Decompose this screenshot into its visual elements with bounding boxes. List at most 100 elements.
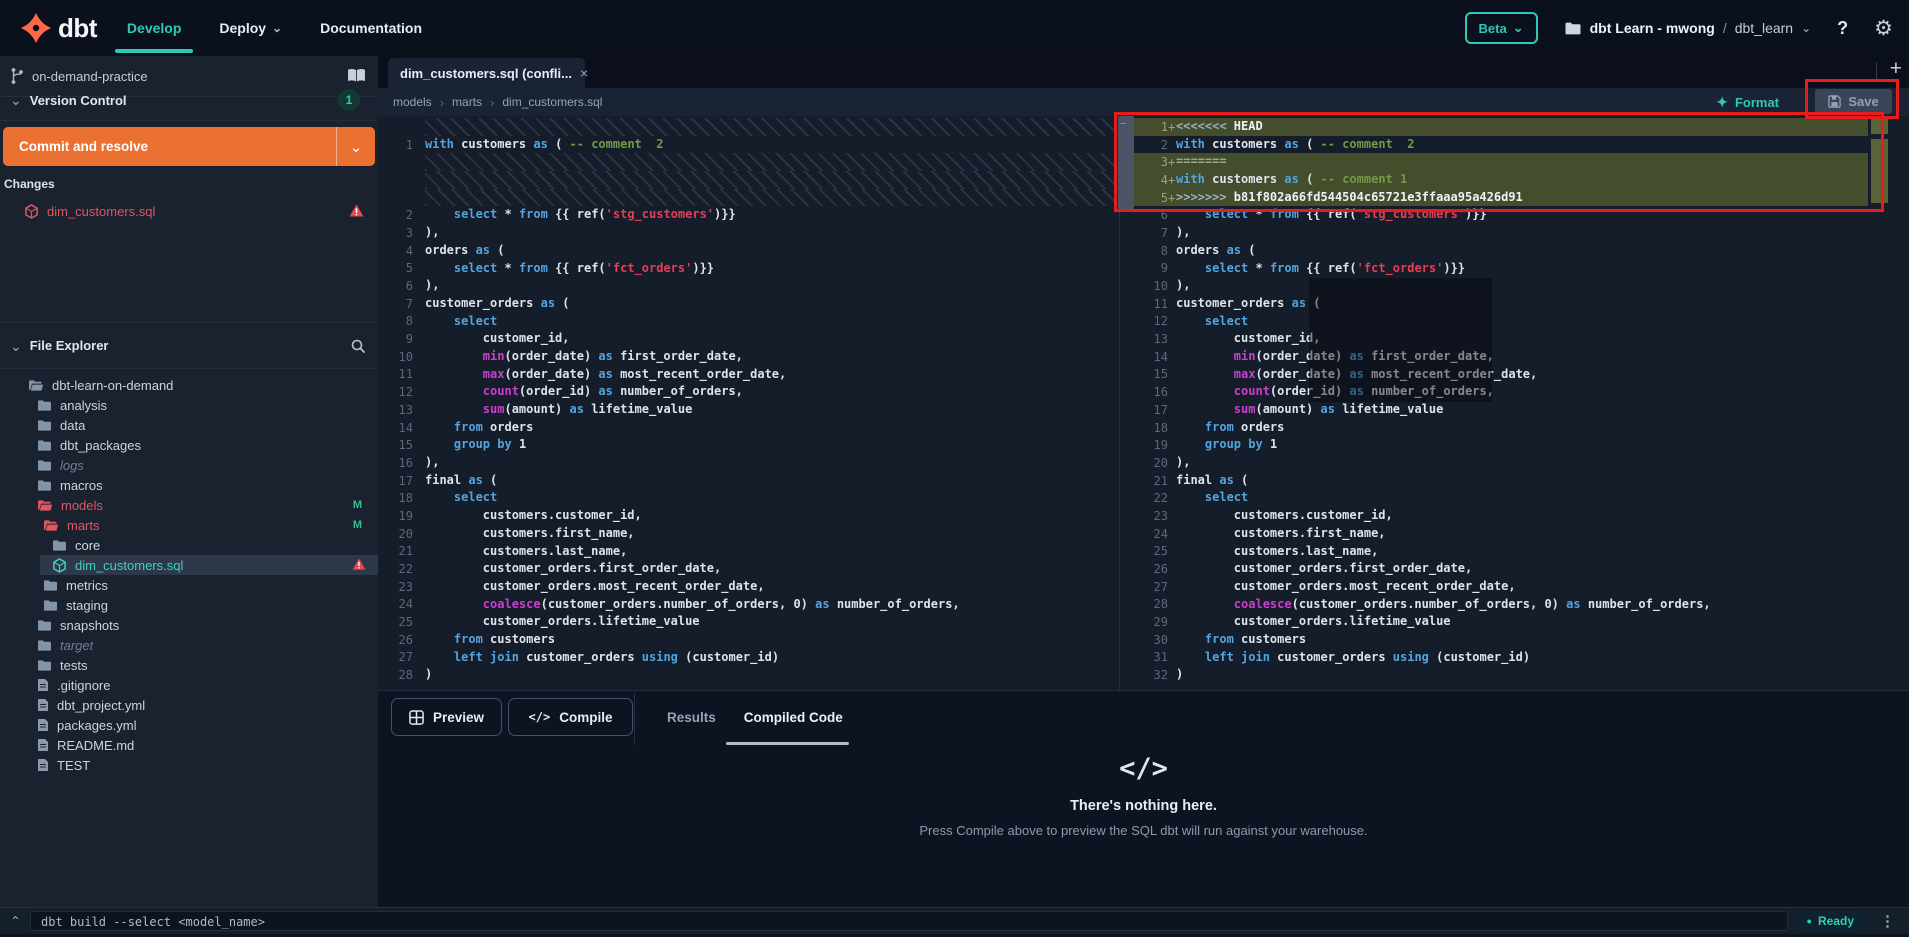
code-line[interactable]: 10 ), [1134,277,1868,295]
fold-marker-icon[interactable]: − [1120,117,1127,130]
code-line[interactable]: 23 customer_orders.most_recent_order_dat… [378,578,1118,596]
code-line[interactable]: 27 customer_orders.most_recent_order_dat… [1134,578,1868,596]
code-line[interactable]: 16), [378,454,1118,472]
tab-dim-customers[interactable]: dim_customers.sql (confli... × [388,58,585,88]
code-line[interactable]: 22 select [1134,489,1868,507]
new-tab-button[interactable]: + [1890,57,1902,81]
file-tree-item-logs[interactable]: logs [0,455,378,475]
code-line[interactable]: 14 from orders [378,419,1118,437]
code-line[interactable]: 23 customers.customer_id, [1134,507,1868,525]
code-line[interactable]: 31 left join customer_orders using (cust… [1134,649,1868,667]
file-tree-item-macros[interactable]: macros [0,475,378,495]
code-line[interactable]: 15 group by 1 [378,436,1118,454]
kebab-menu-icon[interactable]: ⋮ [1880,912,1895,930]
preview-button[interactable]: Preview [391,698,502,736]
code-line[interactable]: 7customer_orders as ( [378,295,1118,313]
code-line[interactable]: 20 customers.first_name, [378,525,1118,543]
version-control-section[interactable]: ⌄ Version Control 1 [0,56,378,121]
compile-button[interactable]: </> Compile [508,698,633,736]
file-tree-item-test[interactable]: TEST [0,755,378,775]
code-line[interactable]: 25 customer_orders.lifetime_value [378,613,1118,631]
code-line[interactable]: 24 coalesce(customer_orders.number_of_or… [378,596,1118,614]
file-tree-item-target[interactable]: target [0,635,378,655]
code-line[interactable]: 17final as ( [378,472,1118,490]
file-tree-item-packages-yml[interactable]: packages.yml [0,715,378,735]
file-tree-item-readme-md[interactable]: README.md [0,735,378,755]
commit-and-resolve-button[interactable]: Commit and resolve ⌄ [3,127,375,166]
nav-deploy[interactable]: Deploy⌄ [219,0,282,56]
file-tree-item-metrics[interactable]: metrics [0,575,378,595]
code-line[interactable]: 8 orders as ( [1134,242,1868,260]
breadcrumb-file[interactable]: dim_customers.sql [502,95,602,109]
code-line[interactable]: 18 select [378,489,1118,507]
command-input[interactable]: dbt build --select <model_name> [30,911,1788,931]
changed-file-row[interactable]: dim_customers.sql [0,200,378,222]
code-line[interactable]: 5 select * from {{ ref('fct_orders')}} [378,260,1118,278]
code-line[interactable]: 11 max(order_date) as most_recent_order_… [378,366,1118,384]
code-line[interactable]: 6 select * from {{ ref('stg_customers')}… [1134,206,1868,224]
code-line[interactable]: 7 ), [1134,224,1868,242]
dbt-logo[interactable]: dbt [20,12,97,44]
file-tree-item-dbt-project-yml[interactable]: dbt_project.yml [0,695,378,715]
file-tree-item-dbt-packages[interactable]: dbt_packages [0,435,378,455]
file-tree-item-core[interactable]: core [0,535,378,555]
code-line[interactable]: 19 customers.customer_id, [378,507,1118,525]
code-line[interactable]: 26 from customers [378,631,1118,649]
code-line[interactable]: 9 select * from {{ ref('fct_orders')}} [1134,260,1868,278]
code-line[interactable]: 21 customers.last_name, [378,543,1118,561]
tab-results[interactable]: Results [667,710,716,725]
beta-dropdown[interactable]: Beta ⌄ [1465,12,1538,44]
code-line[interactable]: 4orders as ( [378,242,1118,260]
file-tree-item-tests[interactable]: tests [0,655,378,675]
code-line[interactable]: 19 group by 1 [1134,436,1868,454]
code-line[interactable]: 1+<<<<<<< HEAD [1134,118,1868,136]
code-line[interactable]: 17 sum(amount) as lifetime_value [1134,401,1868,419]
file-tree-item-analysis[interactable]: analysis [0,395,378,415]
breadcrumb-marts[interactable]: marts [452,95,482,109]
code-line[interactable]: 15 max(order_date) as most_recent_order_… [1134,366,1868,384]
code-line[interactable]: 1with customers as ( -- comment 2 [378,136,1118,154]
code-line[interactable]: 29 customer_orders.lifetime_value [1134,613,1868,631]
code-line[interactable]: 20 ), [1134,454,1868,472]
file-tree-item-dim-customers-sql[interactable]: dim_customers.sql [0,555,378,575]
code-line[interactable]: 18 from orders [1134,419,1868,437]
breadcrumb-models[interactable]: models [393,95,432,109]
workspace-switcher[interactable]: dbt Learn - mwong / dbt_learn ⌄ [1564,20,1812,36]
commit-options-chevron[interactable]: ⌄ [336,127,375,166]
code-line[interactable]: 2 with customers as ( -- comment 2 [1134,136,1868,154]
file-explorer-section[interactable]: ⌄ File Explorer [0,322,378,369]
code-line[interactable]: 6), [378,277,1118,295]
code-editor[interactable]: 1with customers as ( -- comment 22 selec… [378,116,1909,690]
code-line[interactable]: 13 sum(amount) as lifetime_value [378,401,1118,419]
file-tree-item-dbt-learn-on-demand[interactable]: dbt-learn-on-demand [0,375,378,395]
code-line[interactable]: 30 from customers [1134,631,1868,649]
code-line[interactable]: 8 select [378,313,1118,331]
nav-develop[interactable]: Develop [127,0,181,56]
code-line[interactable]: 13 customer_id, [1134,330,1868,348]
gear-icon[interactable]: ⚙ [1874,18,1893,39]
code-line[interactable]: 28) [378,666,1118,684]
code-line[interactable]: 4+with customers as ( -- comment 1 [1134,171,1868,189]
file-tree-item-snapshots[interactable]: snapshots [0,615,378,635]
editor-pane-current[interactable]: 1with customers as ( -- comment 22 selec… [378,118,1118,684]
file-tree-item--gitignore[interactable]: .gitignore [0,675,378,695]
code-line[interactable]: 21 final as ( [1134,472,1868,490]
code-line[interactable]: 26 customer_orders.first_order_date, [1134,560,1868,578]
code-line[interactable]: 16 count(order_id) as number_of_orders, [1134,383,1868,401]
code-line[interactable]: 10 min(order_date) as first_order_date, [378,348,1118,366]
code-line[interactable]: 22 customer_orders.first_order_date, [378,560,1118,578]
code-line[interactable]: 14 min(order_date) as first_order_date, [1134,348,1868,366]
code-line[interactable]: 3), [378,224,1118,242]
close-icon[interactable]: × [580,65,588,81]
file-tree-item-marts[interactable]: martsM [0,515,378,535]
code-line[interactable]: 25 customers.last_name, [1134,543,1868,561]
file-tree-item-staging[interactable]: staging [0,595,378,615]
search-icon[interactable] [350,338,366,354]
chevron-up-icon[interactable]: ⌄ [10,912,21,928]
code-line[interactable]: 27 left join customer_orders using (cust… [378,649,1118,667]
code-line[interactable]: 9 customer_id, [378,330,1118,348]
tab-compiled-code[interactable]: Compiled Code [744,710,843,725]
format-button[interactable]: ✦ Format [1716,94,1779,111]
editor-pane-conflict[interactable]: 1+<<<<<<< HEAD2 with customers as ( -- c… [1134,118,1868,684]
save-button[interactable]: Save [1815,89,1892,114]
